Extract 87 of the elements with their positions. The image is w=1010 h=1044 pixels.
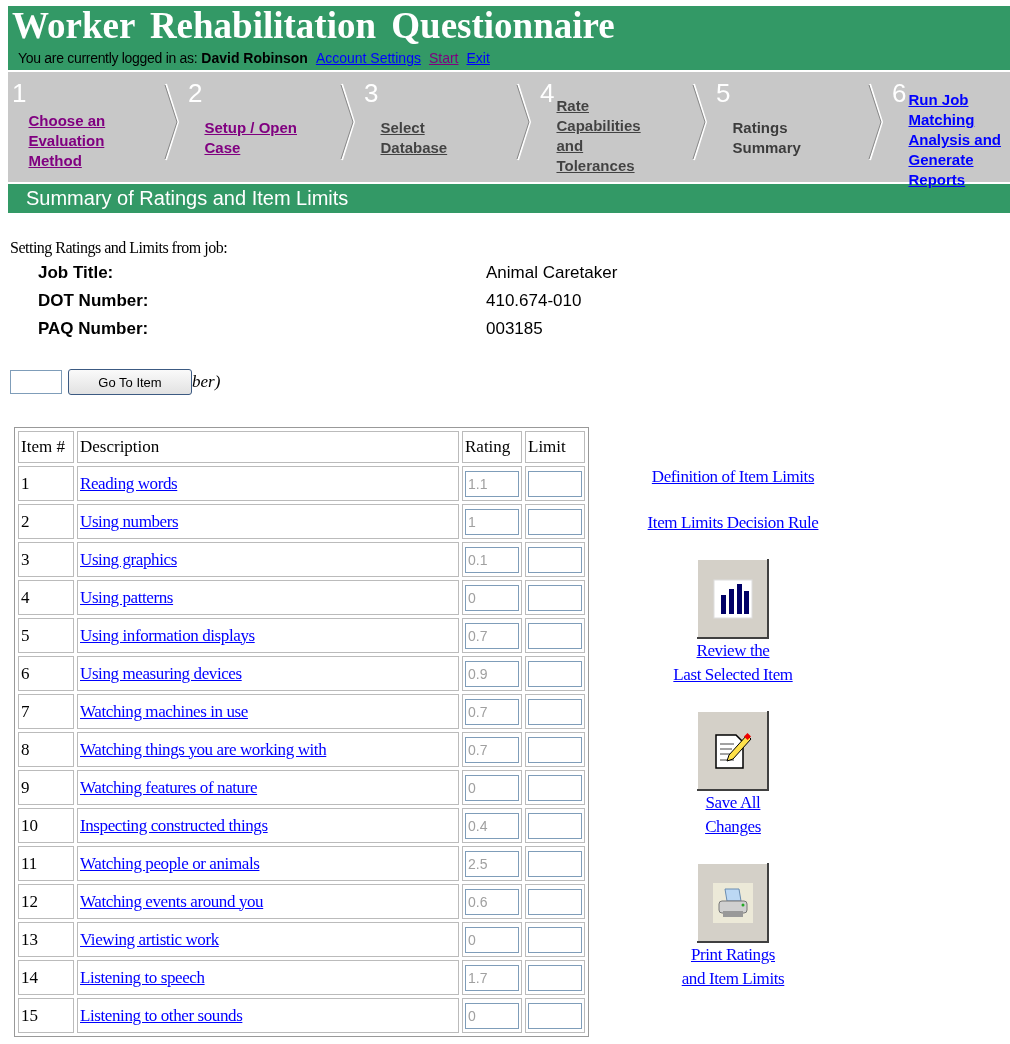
item-number-cell: 7 [18, 694, 74, 729]
go-to-item-button[interactable]: Go To Item [68, 369, 192, 395]
item-number-cell: 13 [18, 922, 74, 957]
limit-field[interactable] [528, 926, 582, 953]
item-number-cell: 9 [18, 770, 74, 805]
limit-field[interactable] [528, 888, 582, 915]
column-header: Item # [18, 431, 74, 463]
chevron-icon [692, 82, 708, 162]
limit-field[interactable] [528, 660, 582, 687]
item-link[interactable]: Using numbers [80, 511, 179, 531]
limit-field[interactable] [528, 584, 582, 611]
info-label: PAQ Number: [38, 319, 150, 339]
limit-field[interactable] [528, 736, 582, 763]
limit-field[interactable] [528, 1002, 582, 1029]
limit-field[interactable] [528, 508, 582, 535]
user-name: David Robinson [201, 50, 308, 66]
limit-field[interactable] [528, 698, 582, 725]
rating-field: 0 [465, 1002, 519, 1029]
limit-field[interactable] [528, 470, 582, 497]
limit-field[interactable] [528, 850, 582, 877]
step-link[interactable]: Setup / Open Case [204, 118, 315, 158]
column-header: Rating [462, 431, 522, 463]
chevron-icon [868, 82, 884, 162]
info-value: 003185 [486, 319, 544, 339]
item-number-cell: 5 [18, 618, 74, 653]
info-value: Animal Caretaker [486, 263, 619, 283]
item-number-cell: 3 [18, 542, 74, 577]
rating-field: 0.7 [465, 622, 519, 649]
rating-field: 0 [465, 584, 519, 611]
rating-field: 0.4 [465, 812, 519, 839]
rating-field: 0 [465, 926, 519, 953]
step-link: Select Database [380, 118, 449, 158]
icon-button[interactable] [697, 559, 769, 639]
action-link[interactable]: Review the Last Selected Item [673, 639, 793, 687]
item-number-cell: 10 [18, 808, 74, 843]
limit-field[interactable] [528, 812, 582, 839]
chevron-icon [164, 82, 180, 162]
app-title: Worker Rehabilitation Questionnaire [12, 6, 616, 46]
rating-field: 0 [465, 774, 519, 801]
limit-field[interactable] [528, 622, 582, 649]
limit-field[interactable] [528, 546, 582, 573]
rating-field: 0.7 [465, 698, 519, 725]
limit-field[interactable] [528, 964, 582, 991]
item-number-cell: 14 [18, 960, 74, 995]
step-link: Rate Capabilities and Tolerances [556, 96, 642, 176]
step-link[interactable]: Choose an Evaluation Method [28, 111, 119, 171]
item-number-cell: 4 [18, 580, 74, 615]
item-link[interactable]: Listening to speech [80, 967, 205, 987]
item-number-cell: 15 [18, 998, 74, 1033]
item-number-field[interactable] [10, 370, 62, 394]
item-number-cell: 11 [18, 846, 74, 881]
item-number-cell: 6 [18, 656, 74, 691]
limit-field[interactable] [528, 774, 582, 801]
rating-field: 1.7 [465, 964, 519, 991]
item-number-cell: 1 [18, 466, 74, 501]
icon-button[interactable] [697, 711, 769, 791]
chevron-icon [340, 82, 356, 162]
info-label: Job Title: [38, 263, 115, 283]
rating-field: 1 [465, 508, 519, 535]
info-link[interactable]: Item Limits Decision Rule [647, 513, 819, 533]
document-pencil-icon [713, 732, 753, 770]
item-link[interactable]: Using patterns [80, 587, 174, 607]
item-number-cell: 2 [18, 504, 74, 539]
login-label: You are currently logged in as: [18, 50, 198, 66]
printer-icon [713, 883, 753, 923]
chevron-icon [516, 82, 532, 162]
icon-button[interactable] [697, 863, 769, 943]
column-header: Limit [525, 431, 585, 463]
rating-field: 0.7 [465, 736, 519, 763]
item-link[interactable]: Using graphics [80, 549, 177, 569]
rating-field: 0.9 [465, 660, 519, 687]
item-number-cell: 8 [18, 732, 74, 767]
hint-text: ber) [192, 372, 221, 392]
column-header: Description [77, 431, 459, 463]
rating-field: 2.5 [465, 850, 519, 877]
action-link[interactable]: Print Ratings and Item Limits [681, 943, 785, 991]
rating-field: 0.1 [465, 546, 519, 573]
action-link[interactable]: Save All Changes [705, 791, 761, 839]
bar-chart-icon [713, 579, 753, 619]
intro-text: Setting Ratings and Limits from job: [10, 239, 229, 257]
item-number-cell: 12 [18, 884, 74, 919]
info-value: 410.674-010 [486, 291, 583, 311]
rating-field: 0.6 [465, 888, 519, 915]
item-link[interactable]: Reading words [80, 473, 178, 493]
info-label: DOT Number: [38, 291, 150, 311]
rating-field: 1.1 [465, 470, 519, 497]
info-link[interactable]: Definition of Item Limits [651, 467, 815, 487]
